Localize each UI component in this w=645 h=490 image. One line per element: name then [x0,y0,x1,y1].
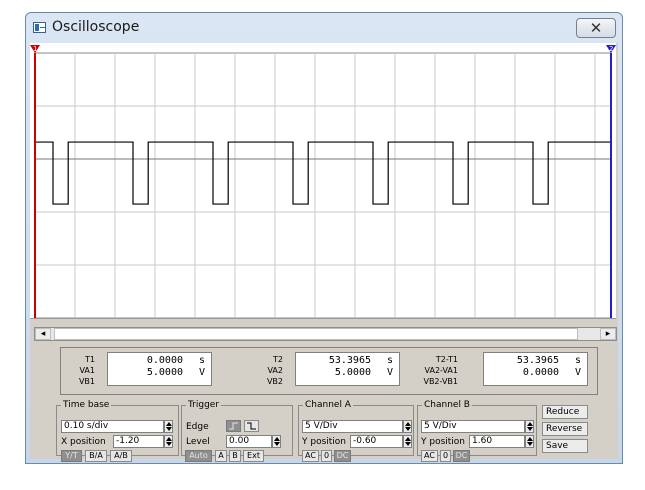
rising-edge-icon[interactable] [226,420,241,432]
edge-label: Edge [186,422,209,432]
oscilloscope-screen: 1 2 [30,45,616,319]
timebase-scale-field[interactable]: 0.10 s/div [61,420,164,433]
oscilloscope-app-icon [33,22,46,33]
channel-b-ypos-label: Y position [421,437,466,447]
trigger-ext-button[interactable]: Ext [243,450,264,462]
display-grid [34,52,612,319]
control-panel: Time base 0.10 s/div X position -1.20 Y/… [30,400,616,462]
scroll-right-button[interactable]: ▸ [600,328,616,340]
window-title: Oscilloscope [52,19,140,35]
trigger-group: Trigger Edge Level 0.00 Auto A B Ext [181,400,293,462]
readout-unit: V [386,367,393,378]
readout-unit: V [198,367,205,378]
readout-value: 0.0000 [522,367,559,378]
channel-b-legend: Channel B [424,400,470,410]
close-button[interactable]: ✕ [576,18,616,38]
xposition-spinner[interactable] [164,435,173,448]
readout-label: T1 [85,355,95,364]
scroll-left-button[interactable]: ◂ [35,328,51,340]
trigger-auto-button[interactable]: Auto [185,450,212,462]
readout-box: 53.3965 s 0.0000 V [483,352,588,386]
readout-label: VA2-VA1 [424,366,458,375]
channel-b-group: Channel B 5 V/Div Y position 1.60 AC 0 D… [417,400,537,462]
channel-b-scale-spinner[interactable] [525,420,534,433]
channel-a-legend: Channel A [305,400,351,410]
save-button[interactable]: Save [542,439,588,453]
measurement-readout: T1 VA1 VB1 0.0000 s 5.0000 V T2 VA2 VB2 [60,347,598,395]
channel-a-dc-button[interactable]: DC [334,450,351,462]
reverse-button[interactable]: Reverse [542,422,588,436]
trigger-b-button[interactable]: B [229,450,241,462]
reduce-button[interactable]: Reduce [542,405,588,419]
xposition-field[interactable]: -1.20 [113,435,164,448]
readout-label: T2-T1 [435,355,458,364]
channel-b-scale-field[interactable]: 5 V/Div [421,420,525,433]
channel-b-zero-button[interactable]: 0 [440,450,451,462]
level-label: Level [186,437,210,447]
title-bar[interactable]: Oscilloscope ✕ [26,13,622,42]
window-client: 1 2 ◂ ▸ T1 VA1 VB1 0.0000 s 5.0000 V T2 … [30,43,618,462]
channel-a-ac-button[interactable]: AC [302,450,319,462]
readout-label: T2 [273,355,283,364]
channel-a-ypos-spinner[interactable] [403,435,412,448]
horizontal-scrollbar[interactable]: ◂ ▸ [34,327,617,341]
ba-mode-button[interactable]: B/A [85,450,107,462]
timebase-group: Time base 0.10 s/div X position -1.20 Y/… [56,400,179,462]
channel-a-ypos-label: Y position [302,437,347,447]
channel-a-scale-field[interactable]: 5 V/Div [302,420,403,433]
oscilloscope-window: Oscilloscope ✕ 1 2 ◂ ▸ T1 VA1 VB1 0.0000… [25,12,623,464]
readout-label: VB1 [78,377,95,386]
oscilloscope-display[interactable]: 1 2 [30,43,616,319]
channel-a-ypos-field[interactable]: -0.60 [350,435,403,448]
channel-b-ypos-spinner[interactable] [525,435,534,448]
readout-box: 0.0000 s 5.0000 V [107,352,212,386]
channel-b-ypos-field[interactable]: 1.60 [469,435,525,448]
cursor-1-label: 1 [33,45,37,53]
readout-label: VA1 [79,366,95,375]
readout-label: VB2 [266,377,283,386]
cursor-2-label: 2 [609,45,613,53]
readout-label: VB2-VB1 [423,377,458,386]
ab-mode-button[interactable]: A/B [110,450,132,462]
trigger-legend: Trigger [188,400,220,410]
grid-frame [34,52,612,319]
channel-b-ac-button[interactable]: AC [421,450,438,462]
trigger-a-button[interactable]: A [215,450,227,462]
timebase-legend: Time base [63,400,110,410]
readout-box: 53.3965 s 5.0000 V [295,352,400,386]
readout-value: 5.0000 [334,367,371,378]
trigger-level-spinner[interactable] [272,435,281,448]
scroll-thumb[interactable] [54,328,578,340]
readout-value: 5.0000 [146,367,183,378]
xposition-label: X position [61,437,106,447]
readout-unit: V [574,367,581,378]
channel-a-zero-button[interactable]: 0 [321,450,332,462]
trigger-level-field[interactable]: 0.00 [226,435,272,448]
falling-edge-icon[interactable] [244,420,259,432]
channel-b-dc-button[interactable]: DC [453,450,470,462]
yt-mode-button[interactable]: Y/T [61,450,82,462]
channel-a-group: Channel A 5 V/Div Y position -0.60 AC 0 … [298,400,414,462]
timebase-scale-spinner[interactable] [164,420,173,433]
channel-a-scale-spinner[interactable] [403,420,412,433]
readout-label: VA2 [267,366,283,375]
